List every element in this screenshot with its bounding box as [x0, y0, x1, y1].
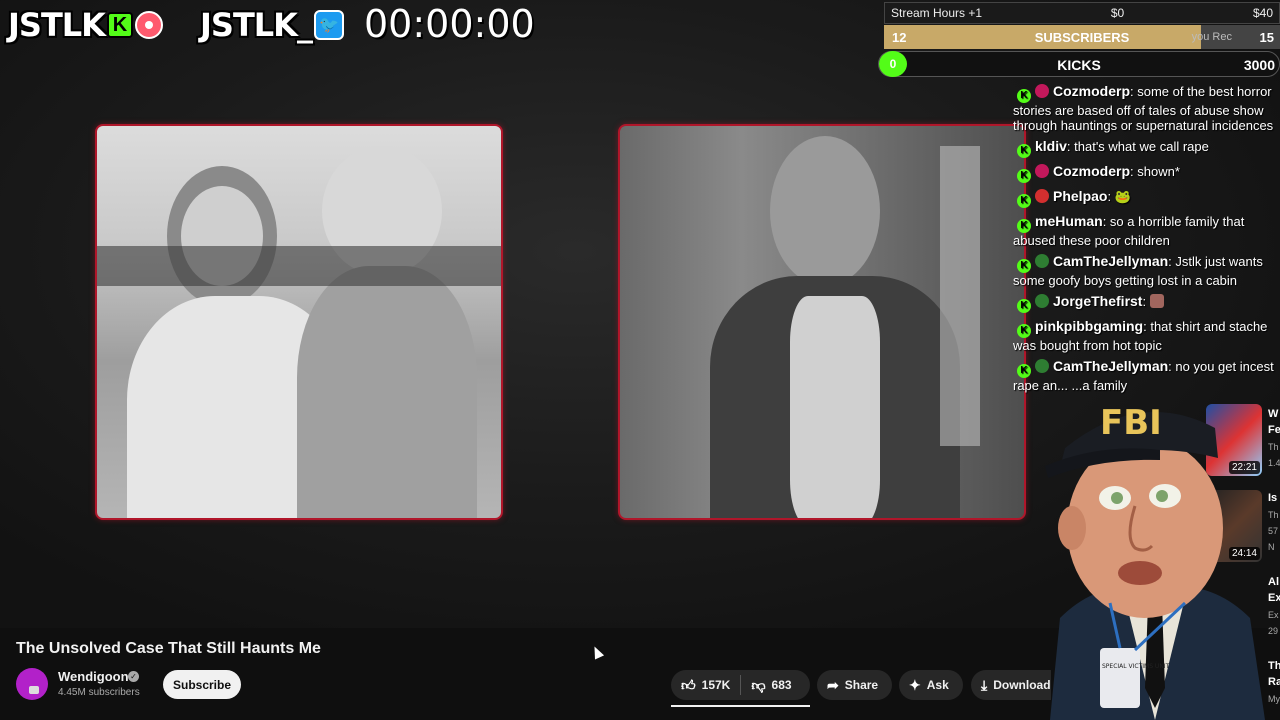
photo-woman-with-child — [95, 124, 503, 520]
kick-platform-icon: K — [1017, 89, 1031, 103]
user-badge-icon — [1035, 294, 1049, 308]
goals-panel: Stream Hours +1 $0 $40 12 SUBSCRIBERS yo… — [878, 2, 1280, 77]
kicks-target: 3000 — [1243, 57, 1275, 73]
download-button[interactable]: ⤓ Download — [971, 670, 1051, 700]
download-label: Download — [993, 678, 1051, 692]
subscribers-target: 15 — [1259, 30, 1274, 45]
frog-emote-icon: 🐸 — [1114, 189, 1131, 204]
twitter-brand: JSTLK_ 🐦 — [200, 4, 344, 46]
channel-subscriber-count: 4.45M subscribers — [58, 687, 140, 698]
like-count[interactable]: 157K — [702, 678, 731, 692]
kick-platform-icon: K — [1017, 324, 1031, 338]
kick-platform-icon: K — [1017, 169, 1031, 183]
chat-overlay: K Cozmoderp: some of the best horror stor… — [1013, 84, 1280, 402]
chat-username: kldiv — [1035, 138, 1067, 154]
kick-platform-icon: K — [1017, 299, 1031, 313]
chat-message: K CamTheJellyman: Jstlk just wants some g… — [1013, 253, 1263, 289]
fbi-mascot-image: FBI SPECIAL VICTIMS UNIT — [1045, 403, 1265, 720]
share-arrow-icon: ➦ — [827, 676, 839, 693]
mouse-cursor-icon — [589, 644, 605, 660]
face-emote-icon — [1149, 294, 1164, 308]
channel-name[interactable]: Wendigoon — [58, 669, 129, 684]
kicks-goal: 0 KICKS 3000 — [878, 51, 1280, 77]
twitter-brand-text: JSTLK_ — [200, 6, 313, 44]
ask-button[interactable]: ✦ Ask — [899, 670, 963, 700]
download-icon: ⤓ — [981, 676, 988, 693]
stream-hours-goal: Stream Hours +1 $0 $40 — [884, 2, 1280, 24]
chat-username: meHuman — [1035, 213, 1103, 229]
chat-username: Cozmoderp — [1053, 84, 1130, 99]
subscribe-button[interactable]: Subscribe — [163, 670, 241, 699]
kick-logo-icon: K — [106, 12, 133, 38]
channel-avatar[interactable] — [16, 668, 48, 700]
id-badge-text: SPECIAL VICTIMS UNIT — [1102, 663, 1170, 670]
stream-hours-max: $40 — [1252, 6, 1273, 20]
id-badge — [1100, 648, 1140, 708]
twitter-bird-icon: 🐦 — [313, 10, 344, 40]
chat-message: KmeHuman: so a horrible family that abus… — [1013, 213, 1245, 249]
user-badge-icon — [1035, 359, 1049, 373]
chat-message: K Cozmoderp: shown* — [1013, 164, 1280, 183]
cap-text: FBI — [1100, 403, 1162, 443]
kicks-label: KICKS — [1057, 57, 1101, 73]
user-badge-icon — [1035, 164, 1049, 178]
chat-text: shown* — [1137, 164, 1180, 179]
subscribers-goal: 12 SUBSCRIBERS you Rec 15 — [884, 25, 1280, 49]
subscribers-ghost-text: you Rec — [1191, 31, 1232, 43]
chat-message: K Cozmoderp: some of the best horror stor… — [1013, 84, 1274, 133]
chat-username: CamTheJellyman — [1053, 358, 1169, 374]
stream-hours-label: Stream Hours +1 — [891, 6, 983, 20]
chat-username: Phelpao — [1053, 188, 1108, 204]
dislike-count[interactable]: 683 — [772, 678, 792, 692]
thumbs-down-icon[interactable]: 👎︎ — [751, 677, 765, 694]
chat-message: Kpinkpibbgaming: that shirt and stache w… — [1013, 318, 1268, 354]
chat-username: CamTheJellyman — [1053, 253, 1169, 269]
kick-platform-icon: K — [1017, 219, 1031, 233]
thumbs-up-icon[interactable]: 👍︎ — [681, 677, 696, 694]
like-divider — [740, 675, 742, 695]
photo-man — [618, 124, 1026, 520]
like-bar-underline — [671, 705, 810, 707]
kick-platform-icon: K — [1017, 259, 1031, 273]
sparkle-icon: ✦ — [909, 676, 921, 693]
user-badge-icon — [1035, 254, 1049, 268]
chat-username: JorgeThefirst — [1053, 293, 1143, 309]
user-badge-icon — [1035, 84, 1049, 98]
chat-username: Cozmoderp — [1053, 163, 1130, 179]
user-badge-icon — [1035, 189, 1049, 203]
kick-platform-icon: K — [1017, 364, 1031, 378]
chat-text: that's what we call rape — [1074, 139, 1209, 154]
stream-hours-min: $0 — [1110, 6, 1125, 20]
kick-platform-icon: K — [1017, 194, 1031, 208]
share-button[interactable]: ➦ Share — [817, 670, 892, 700]
chat-message: K JorgeThefirst: — [1013, 294, 1280, 313]
kick-platform-icon: K — [1017, 144, 1031, 158]
chat-message: Kkldiv: that's what we call rape — [1013, 139, 1280, 158]
ask-label: Ask — [926, 678, 949, 692]
like-dislike-group: 👍︎ 157K 👎︎ 683 — [671, 670, 810, 700]
stream-timer: 00:00:00 — [364, 2, 535, 46]
chat-username: pinkpibbgaming — [1035, 318, 1144, 334]
share-label: Share — [844, 678, 879, 692]
kick-brand: JSTLK K — [8, 4, 163, 46]
screen: JSTLK K JSTLK_ 🐦 00:00:00 Stream Hours +… — [0, 0, 1280, 720]
kick-brand-text: JSTLK — [8, 6, 106, 44]
record-icon — [134, 11, 163, 39]
verified-check-icon: ✓ — [128, 671, 139, 682]
video-title: The Unsolved Case That Still Haunts Me — [16, 640, 321, 657]
chat-message: K Phelpao: 🐸 — [1013, 189, 1280, 208]
